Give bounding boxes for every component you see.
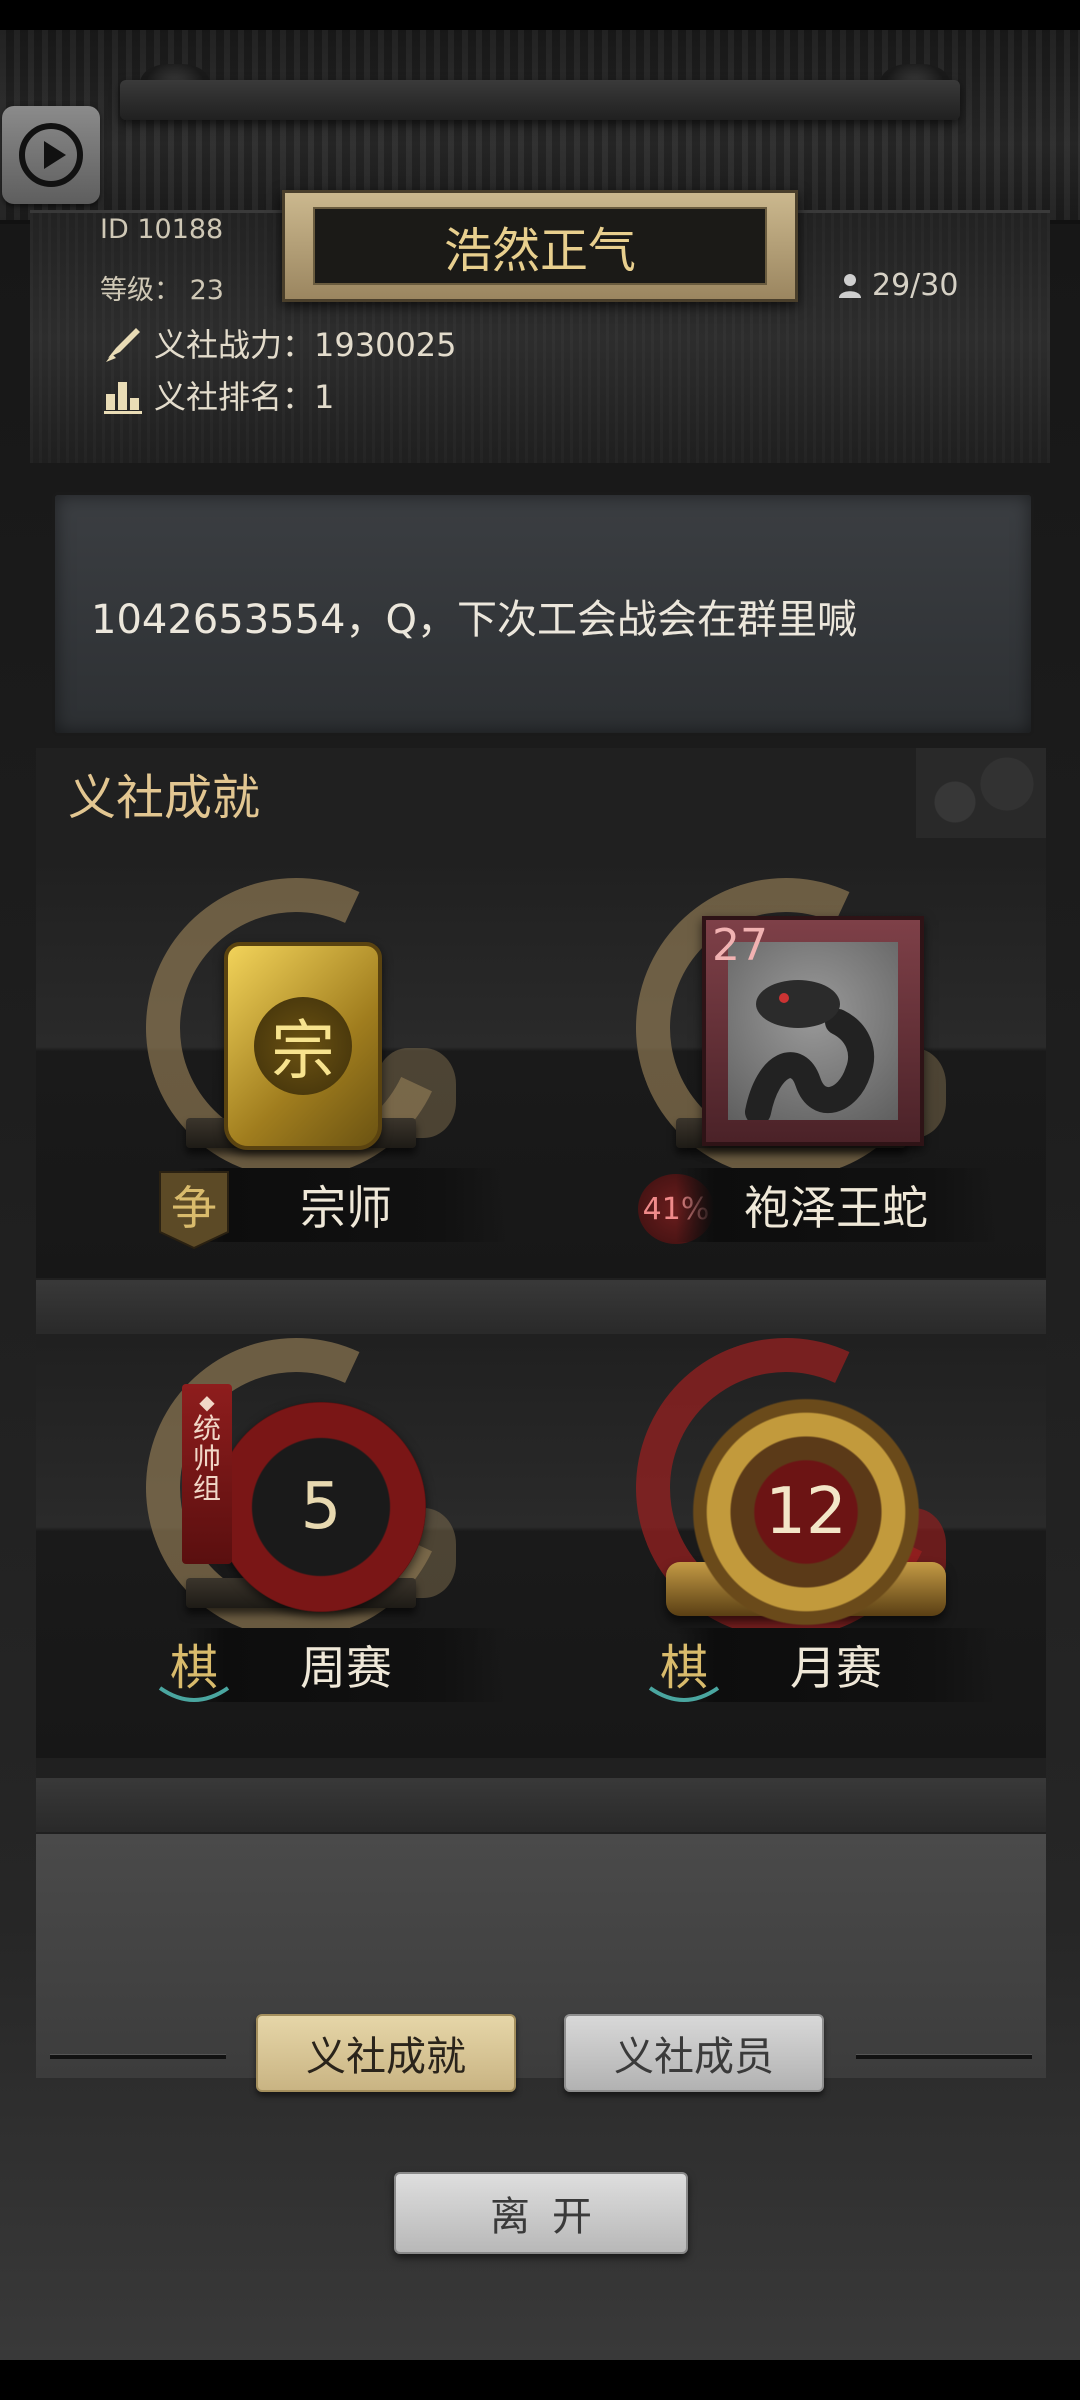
contest-badge-icon: 争 bbox=[156, 1168, 232, 1250]
tab-achievements[interactable]: 义社成就 bbox=[256, 2014, 516, 2092]
roof-ridge bbox=[120, 80, 960, 120]
chess-badge-icon: 棋 bbox=[156, 1628, 232, 1710]
achievement-name: 袍泽王蛇 bbox=[676, 1168, 996, 1242]
guild-notice: 1042653554，Q，下次工会战会在群里喊 bbox=[52, 492, 1034, 736]
achievement-name: 宗师 bbox=[186, 1168, 506, 1242]
gold-token-icon: 宗 bbox=[224, 942, 382, 1150]
guild-screen: ID 10188 等级： 23 浩然正气 29/30 义社战力：1930025 bbox=[0, 0, 1080, 2400]
cloud-decoration-icon bbox=[916, 748, 1046, 838]
tag-char: 帅 bbox=[192, 1442, 221, 1475]
achievement-grandmaster[interactable]: 宗 宗师 争 bbox=[76, 835, 516, 1298]
achievement-name: 月赛 bbox=[676, 1628, 996, 1702]
guild-name-plate: 浩然正气 bbox=[282, 190, 798, 302]
achievement-name: 周赛 bbox=[186, 1628, 506, 1702]
row-divider bbox=[36, 1778, 1046, 1832]
monthly-value: 12 bbox=[765, 1475, 847, 1549]
status-bar bbox=[0, 0, 1080, 30]
badge-character: 棋 bbox=[660, 1640, 708, 1696]
token-character: 宗 bbox=[254, 997, 352, 1095]
badge-character: 争 bbox=[171, 1181, 217, 1235]
guild-rank-row: 义社排名：1 bbox=[104, 372, 335, 418]
guild-power-text: 义社战力：1930025 bbox=[154, 326, 457, 364]
diamond-icon: ◆ bbox=[199, 1390, 215, 1414]
tab-divider-left bbox=[50, 2054, 226, 2059]
play-icon bbox=[19, 123, 83, 187]
guild-notice-text: 1042653554，Q，下次工会战会在群里喊 bbox=[91, 597, 857, 643]
weekly-value: 5 bbox=[300, 1470, 342, 1544]
achievements-panel: 义社成就 宗 宗师 争 27 袍泽王蛇 5 ◆ 统 帅 组 周赛 棋 12 月赛… bbox=[36, 748, 1046, 2078]
red-dragon-ring-icon: 5 bbox=[216, 1402, 426, 1612]
tag-char: 组 bbox=[192, 1472, 221, 1505]
leave-button[interactable]: 离开 bbox=[394, 2172, 688, 2254]
guild-id: ID 10188 bbox=[100, 214, 224, 245]
bar-chart-icon bbox=[102, 374, 144, 416]
chess-badge-icon: 棋 bbox=[646, 1628, 722, 1710]
person-icon bbox=[839, 274, 861, 298]
achievement-monthly[interactable]: 12 月赛 棋 bbox=[566, 1295, 1006, 1758]
member-count: 29/30 bbox=[836, 264, 1004, 306]
snake-level: 27 bbox=[712, 920, 768, 971]
golden-ornament-icon: 12 bbox=[686, 1392, 926, 1632]
row-divider bbox=[36, 1280, 1046, 1334]
badge-character: 棋 bbox=[170, 1640, 218, 1696]
achievement-king-snake[interactable]: 27 41% 袍泽王蛇 bbox=[566, 835, 1006, 1298]
navigation-bar bbox=[0, 2360, 1080, 2400]
tag-char: 统 bbox=[192, 1412, 221, 1445]
guild-level: 等级： 23 bbox=[100, 275, 224, 306]
guild-name: 浩然正气 bbox=[313, 207, 767, 285]
snake-portrait-frame: 27 bbox=[702, 916, 924, 1146]
achievement-weekly[interactable]: 5 ◆ 统 帅 组 周赛 棋 bbox=[76, 1295, 516, 1758]
achievement-row: 宗 宗师 争 27 袍泽王蛇 bbox=[36, 835, 1046, 1278]
brush-icon bbox=[102, 322, 144, 364]
guild-rank-text: 义社排名：1 bbox=[154, 378, 335, 416]
tab-divider-right bbox=[856, 2054, 1032, 2059]
tab-bar: 义社成就 义社成员 bbox=[0, 2010, 1080, 2100]
member-count-text: 29/30 bbox=[872, 267, 959, 303]
guild-power-row: 义社战力：1930025 bbox=[106, 320, 457, 366]
achievements-title: 义社成就 bbox=[68, 770, 261, 826]
tab-members[interactable]: 义社成员 bbox=[564, 2014, 824, 2092]
achievement-row: 5 ◆ 统 帅 组 周赛 棋 12 月赛 棋 bbox=[36, 1295, 1046, 1758]
play-button[interactable] bbox=[2, 106, 100, 204]
commander-group-tag: ◆ 统 帅 组 bbox=[182, 1384, 232, 1564]
